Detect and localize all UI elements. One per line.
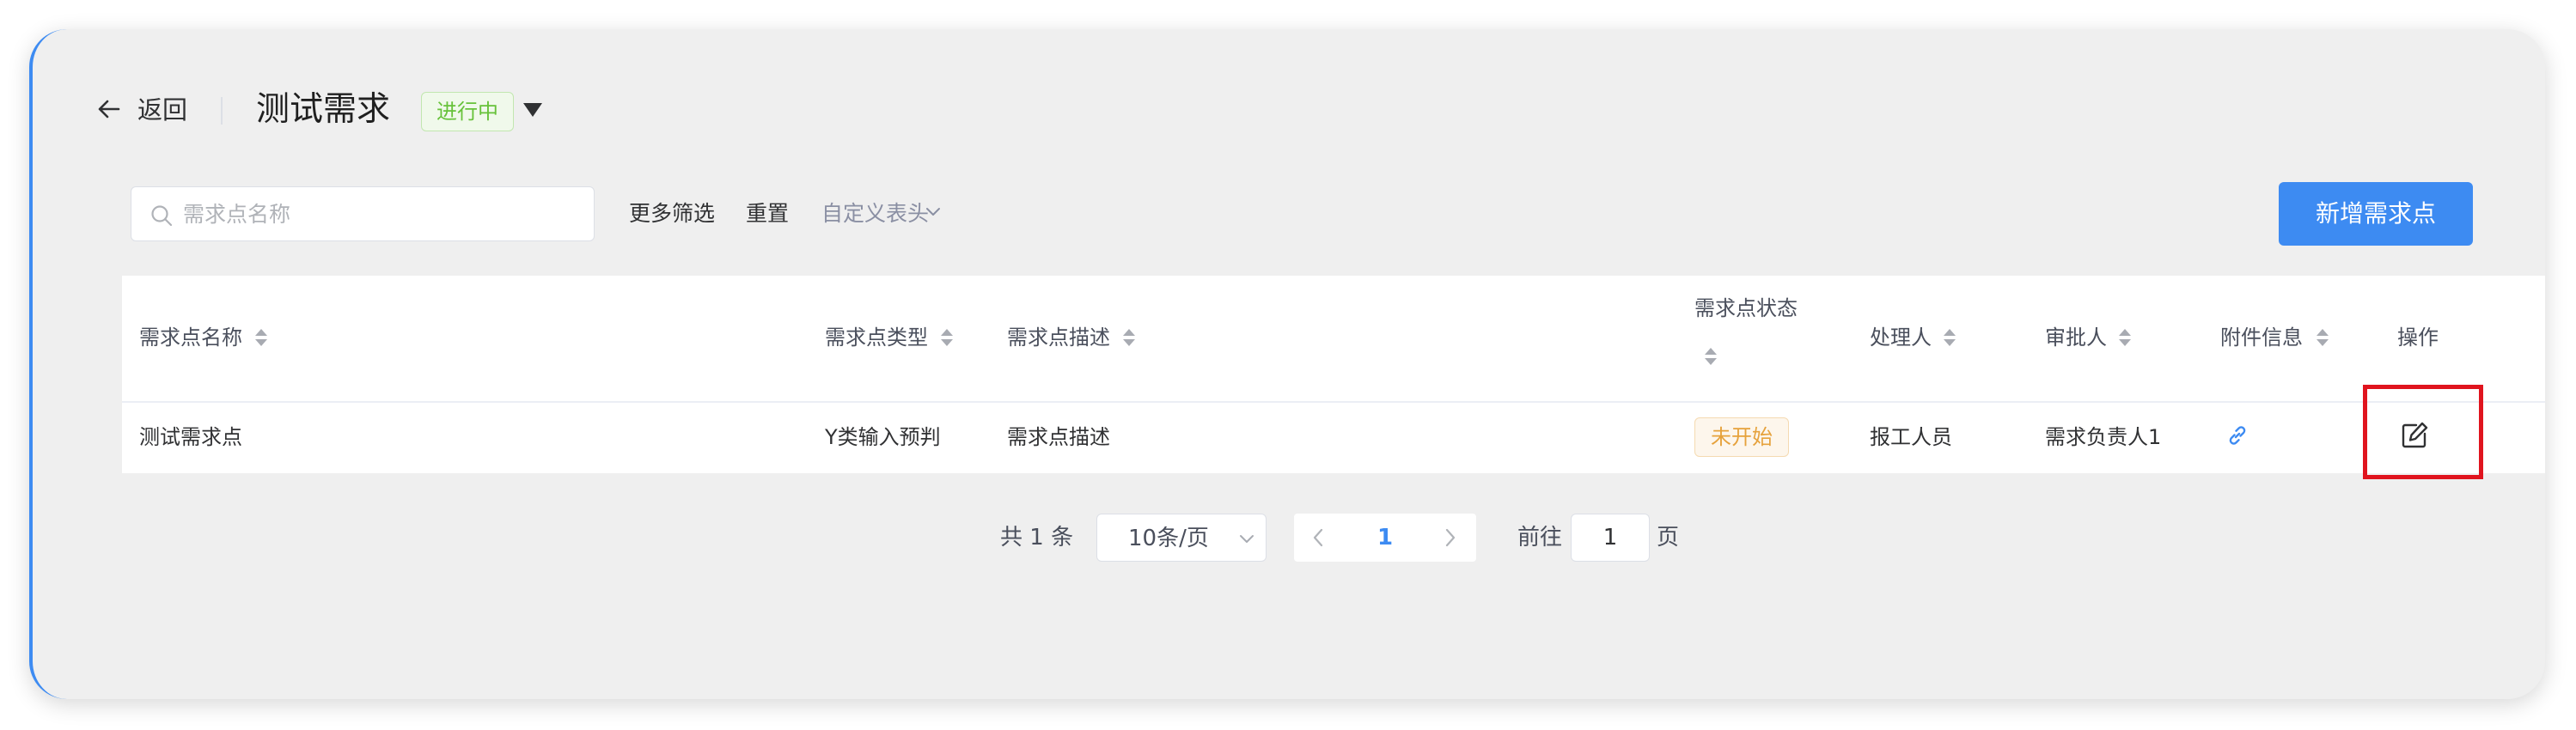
goto-page-input[interactable] — [1571, 514, 1650, 562]
add-requirement-button[interactable]: 新增需求点 — [2279, 182, 2473, 246]
page-suffix: 页 — [1657, 525, 1680, 551]
reset-button[interactable]: 重置 — [746, 198, 789, 230]
sort-icon[interactable] — [939, 327, 955, 348]
page-number-current[interactable]: 1 — [1371, 520, 1399, 555]
cell-description: 需求点描述 — [1007, 425, 1110, 449]
chevron-right-icon[interactable] — [1442, 527, 1459, 548]
sort-icon[interactable] — [253, 327, 269, 348]
custom-columns-button[interactable]: 自定义表头 — [821, 198, 929, 230]
goto-label: 前往 — [1517, 525, 1563, 551]
sort-icon[interactable] — [2315, 327, 2330, 348]
status-badge: 进行中 — [421, 92, 514, 131]
pagination-total: 共 1 条 — [1000, 525, 1074, 551]
cell-type: Y类输入预判 — [825, 425, 941, 449]
column-header-handler[interactable]: 处理人 — [1870, 322, 1932, 353]
cell-approver: 需求负责人1 — [2045, 425, 2162, 449]
column-header-description[interactable]: 需求点描述 — [1007, 322, 1110, 353]
chevron-left-icon[interactable] — [1309, 527, 1327, 548]
search-icon — [151, 205, 173, 227]
cell-name: 测试需求点 — [139, 425, 242, 449]
header-divider — [221, 97, 223, 125]
chevron-down-icon — [1240, 535, 1254, 543]
sort-icon[interactable] — [1942, 327, 1957, 348]
page-size-value: 10条/页 — [1128, 526, 1209, 551]
caret-down-icon[interactable] — [522, 102, 543, 118]
cell-handler: 报工人员 — [1870, 425, 1952, 449]
search-box[interactable] — [131, 186, 595, 241]
chevron-down-icon[interactable] — [925, 206, 942, 218]
arrow-left-icon[interactable] — [96, 96, 122, 122]
column-header-action: 操作 — [2397, 325, 2439, 350]
column-header-approver[interactable]: 审批人 — [2045, 322, 2107, 353]
link-icon[interactable] — [2225, 423, 2249, 447]
column-header-name[interactable]: 需求点名称 — [139, 322, 242, 353]
column-header-attachment[interactable]: 附件信息 — [2220, 322, 2303, 353]
pager: 1 — [1294, 514, 1476, 562]
main-panel: 返回 测试需求 进行中 更多筛选 重置 自定义表头 新增需求点 需求点名称 需求… — [29, 29, 2545, 699]
column-header-type[interactable]: 需求点类型 — [825, 322, 928, 353]
page-title: 测试需求 — [256, 90, 391, 129]
column-header-status[interactable]: 需求点状态 — [1694, 293, 1798, 324]
requirements-table: 需求点名称 需求点类型 需求点描述 需求点状态 处理人 审批人 附件信息 操作 — [122, 276, 2545, 479]
back-button[interactable]: 返回 — [137, 93, 187, 127]
sort-icon[interactable] — [1121, 327, 1137, 348]
more-filters-button[interactable]: 更多筛选 — [629, 198, 715, 230]
search-input[interactable] — [183, 194, 578, 234]
sort-icon[interactable] — [2117, 327, 2133, 348]
page-size-select[interactable]: 10条/页 — [1096, 514, 1267, 562]
header-divider — [122, 401, 2545, 403]
sort-icon[interactable] — [1703, 346, 1718, 367]
highlight-box — [2363, 385, 2483, 479]
status-badge: 未开始 — [1694, 417, 1789, 457]
